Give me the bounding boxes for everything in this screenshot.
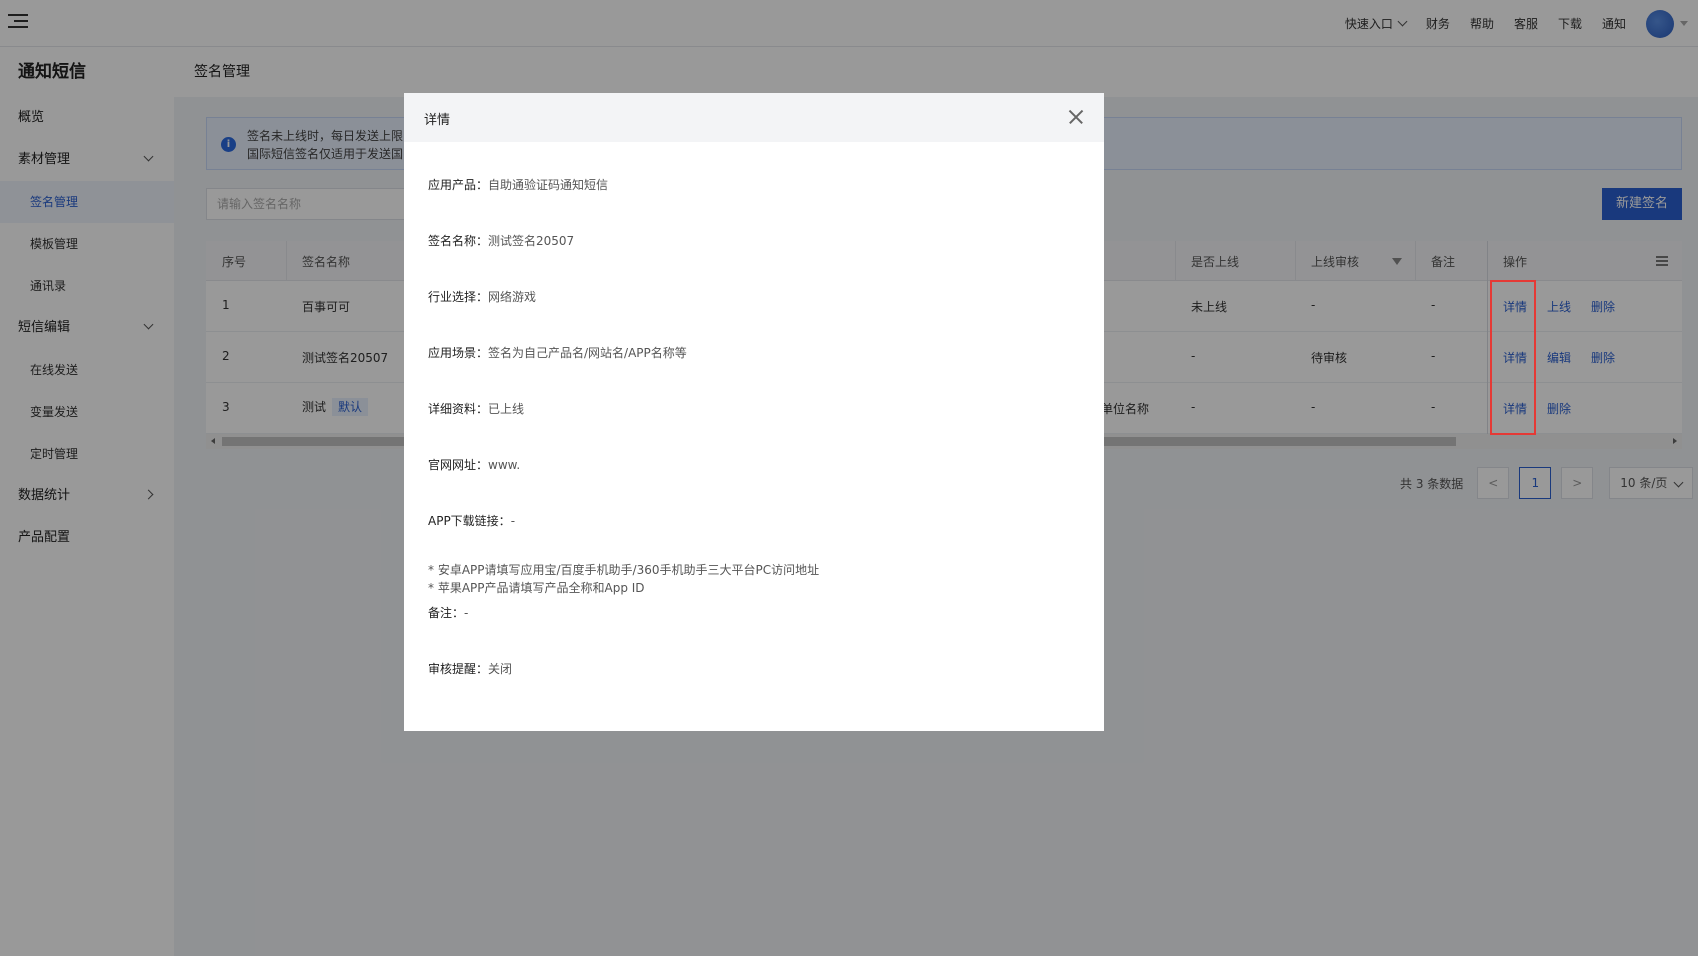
close-icon[interactable] — [1068, 109, 1084, 125]
field-value: 签名为自己产品名/网站名/APP名称等 — [488, 346, 687, 360]
field-scenario: 应用场景：签名为自己产品名/网站名/APP名称等 — [428, 344, 687, 361]
annotation-highlight-box — [1490, 280, 1536, 435]
hint-android: * 安卓APP请填写应用宝/百度手机助手/360手机助手三大平台PC访问地址 — [428, 563, 820, 577]
field-label: 详细资料： — [428, 402, 489, 416]
field-audit-reminder: 审核提醒：关闭 — [428, 660, 512, 677]
field-label: 行业选择： — [428, 290, 489, 304]
field-label: 应用场景： — [428, 346, 489, 360]
field-label: 备注： — [428, 606, 465, 620]
modal-title: 详情 — [424, 113, 451, 128]
hint-ios: * 苹果APP产品请填写产品全称和App ID — [428, 581, 645, 595]
field-value: www. — [488, 458, 521, 472]
field-label: 官网网址： — [428, 458, 489, 472]
field-details: 详细资料：已上线 — [428, 400, 524, 417]
field-value: - — [510, 514, 516, 528]
field-value: 测试签名20507 — [488, 234, 575, 248]
field-remark: 备注：- — [428, 604, 468, 621]
field-signature-name: 签名名称：测试签名20507 — [428, 232, 574, 249]
detail-modal: 详情 应用产品：自助通验证码通知短信 签名名称：测试签名20507 行业选择：网… — [404, 93, 1104, 731]
field-value: 自助通验证码通知短信 — [488, 178, 609, 192]
field-website: 官网网址：www. — [428, 456, 520, 473]
field-value: 关闭 — [488, 662, 513, 676]
field-value: 网络游戏 — [488, 290, 537, 304]
field-product: 应用产品：自助通验证码通知短信 — [428, 176, 608, 193]
field-app-link: APP下载链接：- — [428, 512, 515, 529]
field-label: APP下载链接： — [428, 514, 511, 528]
modal-header: 详情 — [404, 93, 1104, 142]
field-value: - — [464, 606, 469, 620]
field-value: 已上线 — [488, 402, 525, 416]
field-label: 审核提醒： — [428, 662, 489, 676]
field-industry: 行业选择：网络游戏 — [428, 288, 536, 305]
field-label: 签名名称： — [428, 234, 489, 248]
field-label: 应用产品： — [428, 178, 489, 192]
